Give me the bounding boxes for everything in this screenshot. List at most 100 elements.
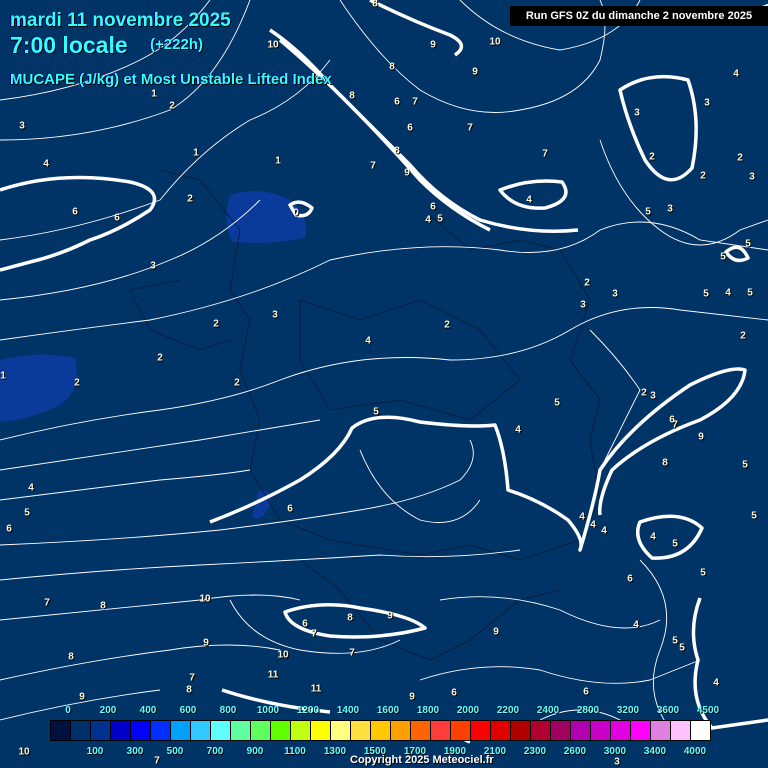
contour-label: 5 xyxy=(554,397,560,409)
legend-swatch xyxy=(371,721,391,740)
contour-label: 2 xyxy=(649,151,655,163)
contour-label: 7 xyxy=(412,96,418,108)
legend-swatch xyxy=(151,721,171,740)
contour-label: 4 xyxy=(43,158,49,170)
contour-label: 2 xyxy=(700,170,706,182)
legend-tick: 3000 xyxy=(603,746,627,757)
legend-swatch xyxy=(391,721,411,740)
contour-label: 6 xyxy=(430,201,436,213)
contour-label: 10 xyxy=(489,36,501,48)
legend-tick: 700 xyxy=(206,746,224,757)
contour-label: 9 xyxy=(409,691,415,703)
legend-swatch xyxy=(651,721,671,740)
contour-label: 9 xyxy=(430,39,436,51)
contour-label: 6 xyxy=(407,122,413,134)
contour-label: 3 xyxy=(634,107,640,119)
contour-label: 1 xyxy=(0,370,6,382)
contour-label: 4 xyxy=(733,68,739,80)
contour-label: 4 xyxy=(365,335,371,347)
contour-label: 2 xyxy=(213,318,219,330)
legend-swatch xyxy=(351,721,371,740)
contour-label: 4 xyxy=(650,531,656,543)
legend-tick: 200 xyxy=(99,705,117,716)
legend-swatch xyxy=(131,721,151,740)
contour-label: 3 xyxy=(272,309,278,321)
contour-label: 5 xyxy=(672,635,678,647)
contour-label: 9 xyxy=(79,691,85,703)
contour-label: 8 xyxy=(347,612,353,624)
legend-tick: 1300 xyxy=(323,746,347,757)
contour-label: 9 xyxy=(203,637,209,649)
legend-swatch xyxy=(631,721,651,740)
contour-label: 6 xyxy=(583,686,589,698)
contour-label: 4 xyxy=(590,519,596,531)
legend-tick: 0 xyxy=(65,705,71,716)
contour-label: 6 xyxy=(287,503,293,515)
legend-tick: 3200 xyxy=(616,705,640,716)
thin-contours xyxy=(0,0,768,741)
contour-label: 8 xyxy=(389,61,395,73)
contour-label: 1 xyxy=(275,155,281,167)
legend-swatch xyxy=(531,721,551,740)
legend-swatch xyxy=(211,721,231,740)
contour-label: 6 xyxy=(451,687,457,699)
contour-label: 8 xyxy=(68,651,74,663)
contour-label: 6 xyxy=(72,206,78,218)
contour-label: 5 xyxy=(747,287,753,299)
copyright: Copyright 2025 Meteociel.fr xyxy=(350,754,494,766)
legend-tick: 100 xyxy=(86,746,104,757)
legend-swatch xyxy=(431,721,451,740)
contour-label: 3 xyxy=(19,120,25,132)
legend-tick: 2200 xyxy=(496,705,520,716)
contour-label: 5 xyxy=(700,567,706,579)
legend-tick: 500 xyxy=(166,746,184,757)
border-lines xyxy=(129,169,601,661)
contour-label: 6 xyxy=(114,212,120,224)
contour-label: 4 xyxy=(579,511,585,523)
legend-tick: 800 xyxy=(219,705,237,716)
parameter-title: MUCAPE (J/kg) et Most Unstable Lifted In… xyxy=(10,71,332,88)
contour-label: 5 xyxy=(373,406,379,418)
contour-label: 3 xyxy=(749,171,755,183)
contour-label: 3 xyxy=(614,756,620,768)
legend-swatch xyxy=(611,721,631,740)
contour-label: 5 xyxy=(679,642,685,654)
contour-label: 11 xyxy=(310,683,322,695)
contour-label: 9 xyxy=(387,610,393,622)
contour-label: 2 xyxy=(157,352,163,364)
legend-swatch xyxy=(551,721,571,740)
contour-label: 8 xyxy=(349,90,355,102)
legend-tick: 2800 xyxy=(576,705,600,716)
contour-label: 7 xyxy=(154,755,160,767)
contour-label: 10 xyxy=(18,746,30,758)
legend-swatch xyxy=(291,721,311,740)
contour-label: 5 xyxy=(751,510,757,522)
legend-swatch xyxy=(191,721,211,740)
contour-label: 4 xyxy=(28,482,34,494)
color-legend xyxy=(50,720,711,741)
contour-label: 3 xyxy=(580,299,586,311)
legend-swatch xyxy=(691,721,710,740)
forecast-time: 7:00 locale xyxy=(10,32,128,58)
contour-label: 7 xyxy=(189,672,195,684)
contour-label: 9 xyxy=(493,626,499,638)
legend-tick: 1100 xyxy=(284,746,306,757)
legend-tick: 1400 xyxy=(336,705,360,716)
contour-label: 5 xyxy=(672,538,678,550)
contour-label: 9 xyxy=(404,167,410,179)
legend-swatch xyxy=(451,721,471,740)
contour-label: 4 xyxy=(526,194,532,206)
legend-swatch xyxy=(91,721,111,740)
contour-label: 4 xyxy=(601,525,607,537)
contour-label: 7 xyxy=(542,148,548,160)
contour-label: 1 xyxy=(151,88,157,100)
contour-label: 5 xyxy=(703,288,709,300)
contour-label: 8 xyxy=(394,145,400,157)
contour-label: 7 xyxy=(370,160,376,172)
forecast-lead-time: (+222h) xyxy=(150,36,203,53)
legend-tick: 900 xyxy=(246,746,264,757)
legend-tick: 400 xyxy=(139,705,157,716)
legend-swatch xyxy=(571,721,591,740)
contour-label: 11 xyxy=(267,669,279,681)
legend-swatch xyxy=(511,721,531,740)
